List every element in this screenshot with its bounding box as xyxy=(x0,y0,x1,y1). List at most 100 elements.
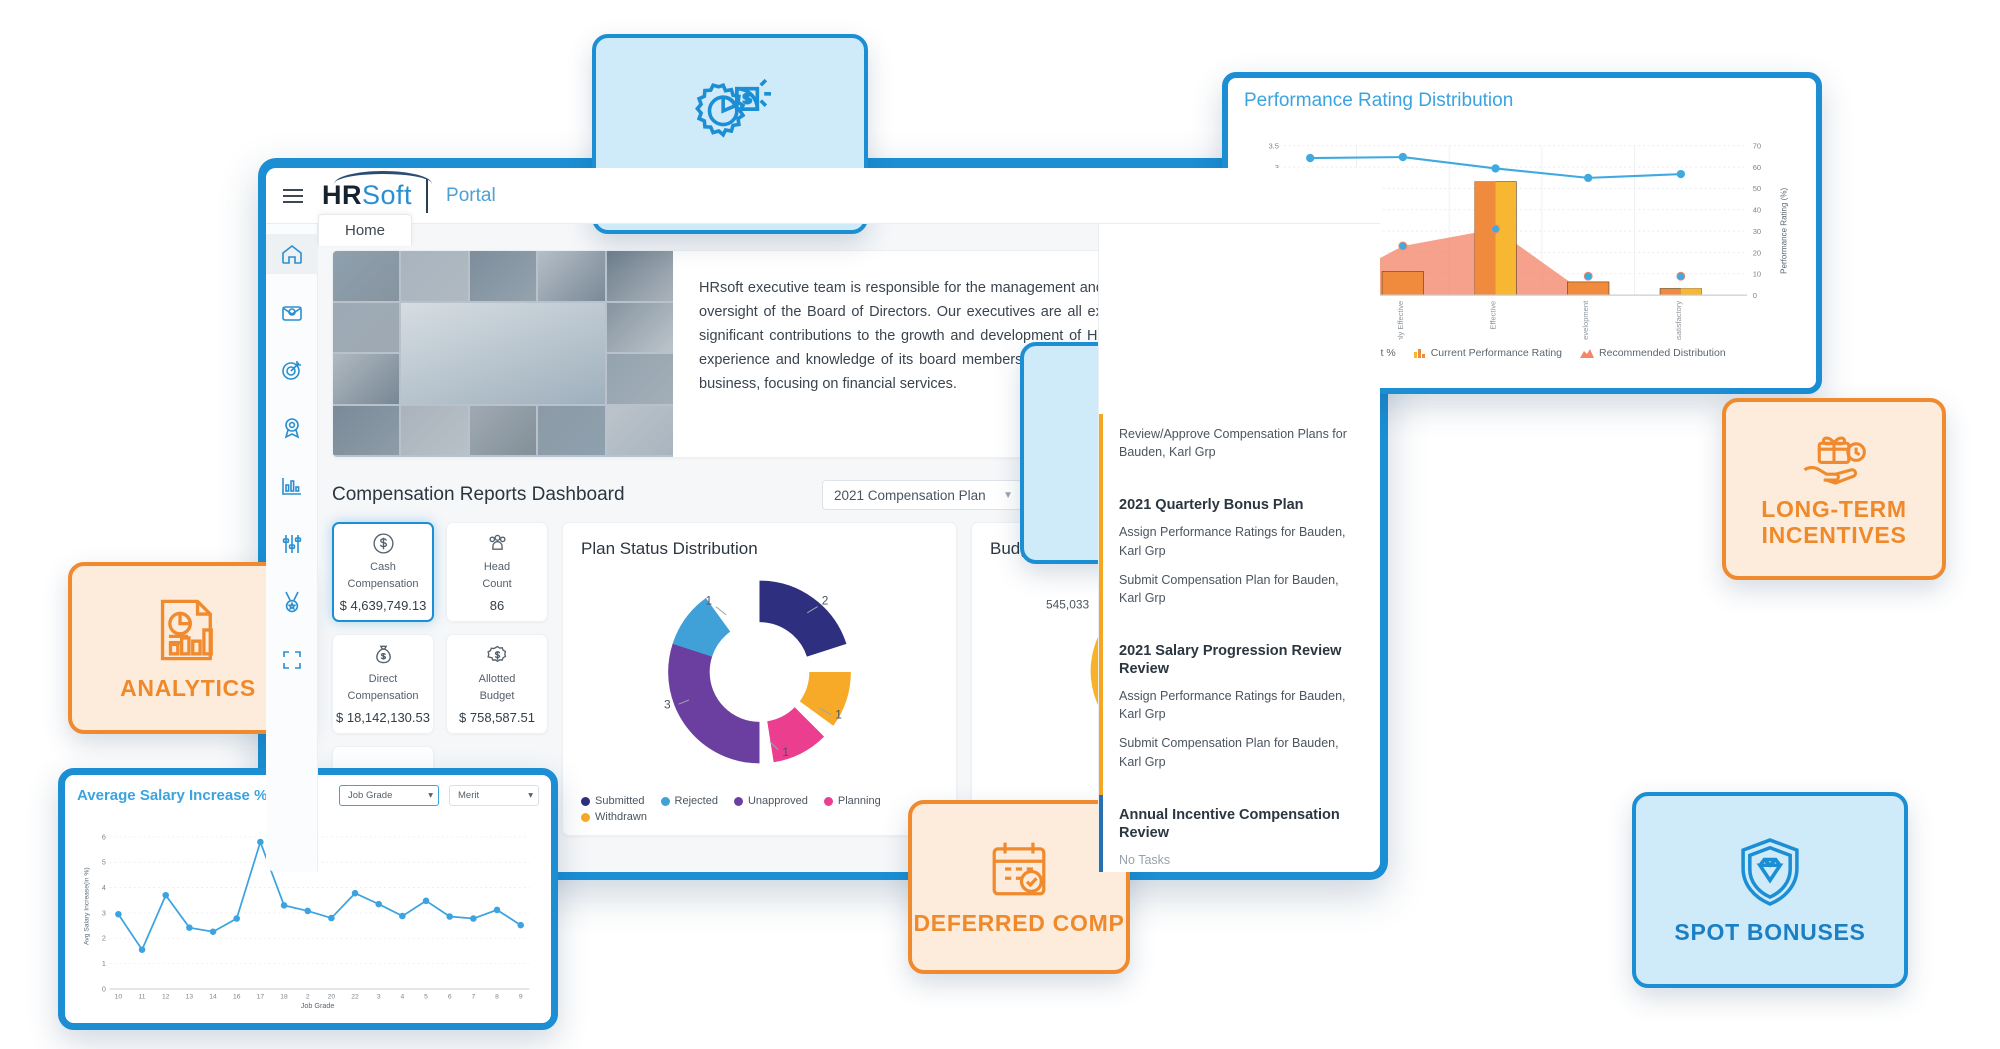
pay-envelope-icon xyxy=(281,306,302,321)
data-point xyxy=(493,906,501,914)
badge-icon xyxy=(284,418,299,439)
x-axis-tick: 5 xyxy=(424,994,428,1001)
kpi-label-line1: Allotted xyxy=(478,673,516,686)
chevron-down-icon: ▼ xyxy=(1003,489,1013,501)
kpi-direct-compensation[interactable]: Direct Compensation $ 18,142,130.53 xyxy=(332,634,434,734)
sidebar-item-fullscreen[interactable] xyxy=(266,640,318,680)
sliders-icon xyxy=(282,535,301,553)
data-point xyxy=(115,910,122,918)
sidebar-item-rewards[interactable] xyxy=(266,408,318,448)
kpi-head-count[interactable]: Head Count 86 xyxy=(446,522,548,622)
feature-card-label: SPOT BONUSES xyxy=(1674,918,1866,945)
x-axis-tick: 12 xyxy=(162,994,170,1001)
x-axis-tick: Unsatisfactory xyxy=(1674,301,1683,340)
legend-item-rejected[interactable]: Rejected xyxy=(660,795,718,807)
data-point xyxy=(233,915,240,922)
y-axis-label: Avg Salary Increase(in %) xyxy=(84,867,91,945)
svg-text:70: 70 xyxy=(1753,142,1761,151)
sidebar-item-compensation[interactable] xyxy=(266,292,318,332)
gear-pie-dollar-icon xyxy=(689,75,771,162)
svg-text:10: 10 xyxy=(1753,270,1761,279)
svg-text:5: 5 xyxy=(102,858,106,867)
sidebar-item-analytics[interactable] xyxy=(266,466,318,506)
task-item[interactable]: Review/Approve Compensation Plans for Ba… xyxy=(1119,425,1364,461)
data-point xyxy=(517,921,524,929)
task-item[interactable]: Assign Performance Ratings for Bauden, K… xyxy=(1119,687,1364,723)
data-point xyxy=(209,928,217,935)
kpi-value: 86 xyxy=(489,597,505,613)
feature-card-spot-bonuses[interactable]: SPOT BONUSES xyxy=(1632,792,1908,988)
money-bag-icon xyxy=(371,643,396,668)
data-point xyxy=(328,914,335,922)
data-point xyxy=(304,907,311,915)
x-axis-tick: Needs Development xyxy=(1581,300,1590,340)
feature-card-label: ANALYTICS xyxy=(120,674,256,701)
feature-card-long-term-incentives[interactable]: LONG-TERM INCENTIVES xyxy=(1722,398,1946,580)
kpi-value: $ 758,587.51 xyxy=(459,709,535,725)
svg-text:30: 30 xyxy=(1753,227,1761,236)
task-group: 2021 Salary Progression Review Review As… xyxy=(1099,630,1380,795)
feature-card-label: LONG-TERM INCENTIVES xyxy=(1761,496,1907,548)
sidebar-rail xyxy=(266,224,318,872)
legend-item-withdrawn[interactable]: Withdrawn xyxy=(581,811,647,823)
shield-diamond-icon xyxy=(1733,835,1807,914)
brand-soft-text: Soft xyxy=(362,180,413,210)
feature-card-label: DEFERRED COMP xyxy=(913,909,1125,936)
measure-select[interactable]: Merit ▾ xyxy=(449,785,539,806)
x-axis-tick: 11 xyxy=(139,994,146,1001)
kpi-allotted-budget[interactable]: Allotted Budget $ 758,587.51 xyxy=(446,634,548,734)
x-axis-tick: 20 xyxy=(328,994,336,1001)
tab-home[interactable]: Home xyxy=(318,214,413,246)
task-group: 2021 Quarterly Bonus Plan Assign Perform… xyxy=(1099,485,1380,631)
chart-plan-status-distribution: Plan Status Distribution 2 1 1 3 1 Submi… xyxy=(562,522,957,836)
data-point xyxy=(162,891,169,899)
dollar-circle-icon xyxy=(371,531,396,556)
x-axis-tick: 2 xyxy=(306,994,310,1001)
x-axis-label: Job Grade xyxy=(301,1001,335,1010)
kpi-label-line1: Cash xyxy=(370,561,396,574)
svg-text:0: 0 xyxy=(102,984,106,993)
svg-text:6: 6 xyxy=(102,832,106,841)
svg-text:40: 40 xyxy=(1753,206,1761,215)
app-screen: HR Soft Portal Home HRsoft executive tea… xyxy=(266,168,1380,872)
data-point xyxy=(138,946,146,953)
legend-item-recommended-distribution[interactable]: Recommended Distribution xyxy=(1580,347,1726,359)
kpi-label-line2: Compensation xyxy=(347,578,419,590)
plan-select[interactable]: 2021 Compensation Plan ▼ xyxy=(822,480,1022,510)
donut-chart: 2 1 1 3 1 xyxy=(664,580,851,764)
svg-text:4: 4 xyxy=(102,883,106,892)
sidebar-item-settings[interactable] xyxy=(266,524,318,564)
legend-item-planning[interactable]: Planning xyxy=(823,795,881,807)
task-item[interactable]: Assign Performance Ratings for Bauden, K… xyxy=(1119,523,1364,559)
data-point xyxy=(186,924,193,931)
task-group: Review/Approve Compensation Plans for Ba… xyxy=(1099,414,1380,486)
brand-hr-text: HR xyxy=(322,180,362,210)
task-group-title: 2021 Salary Progression Review Review xyxy=(1119,642,1342,677)
task-item[interactable]: Submit Compensation Plan for Bauden, Kar… xyxy=(1119,571,1364,607)
sidebar-item-goals[interactable] xyxy=(266,350,318,390)
chevron-down-icon: ▾ xyxy=(428,790,433,801)
legend-item-unapproved[interactable]: Unapproved xyxy=(733,795,808,807)
kpi-label-line2: Budget xyxy=(479,690,515,702)
legend-item-current-performance-rating[interactable]: Current Performance Rating xyxy=(1413,347,1562,359)
group-by-select[interactable]: Job Grade ▾ xyxy=(339,785,439,806)
task-item[interactable]: Submit Compensation Plan for Bauden, Kar… xyxy=(1119,734,1364,770)
feature-card-deferred-comp[interactable]: DEFERRED COMP xyxy=(908,800,1130,974)
x-axis-tick: 6 xyxy=(448,994,452,1001)
home-icon xyxy=(281,244,302,264)
menu-icon[interactable] xyxy=(266,188,320,203)
salary-series-points xyxy=(115,838,524,953)
kpi-value: $ 4,639,749.13 xyxy=(339,597,427,613)
kpi-cash-compensation[interactable]: Cash Compensation $ 4,639,749.13 xyxy=(332,522,434,622)
team-photo-collage xyxy=(333,251,673,457)
sidebar-item-recognition[interactable] xyxy=(266,582,318,622)
slice-label-rejected: 1 xyxy=(706,594,713,608)
svg-text:0: 0 xyxy=(1753,291,1757,300)
report-chart-icon xyxy=(153,595,223,670)
task-empty-state: No Tasks xyxy=(1119,852,1171,867)
x-axis-tick: 9 xyxy=(519,994,523,1001)
svg-text:3: 3 xyxy=(102,908,106,917)
legend-item-submitted[interactable]: Submitted xyxy=(581,795,645,807)
sidebar-item-home[interactable] xyxy=(266,234,318,274)
svg-text:50: 50 xyxy=(1753,184,1761,193)
